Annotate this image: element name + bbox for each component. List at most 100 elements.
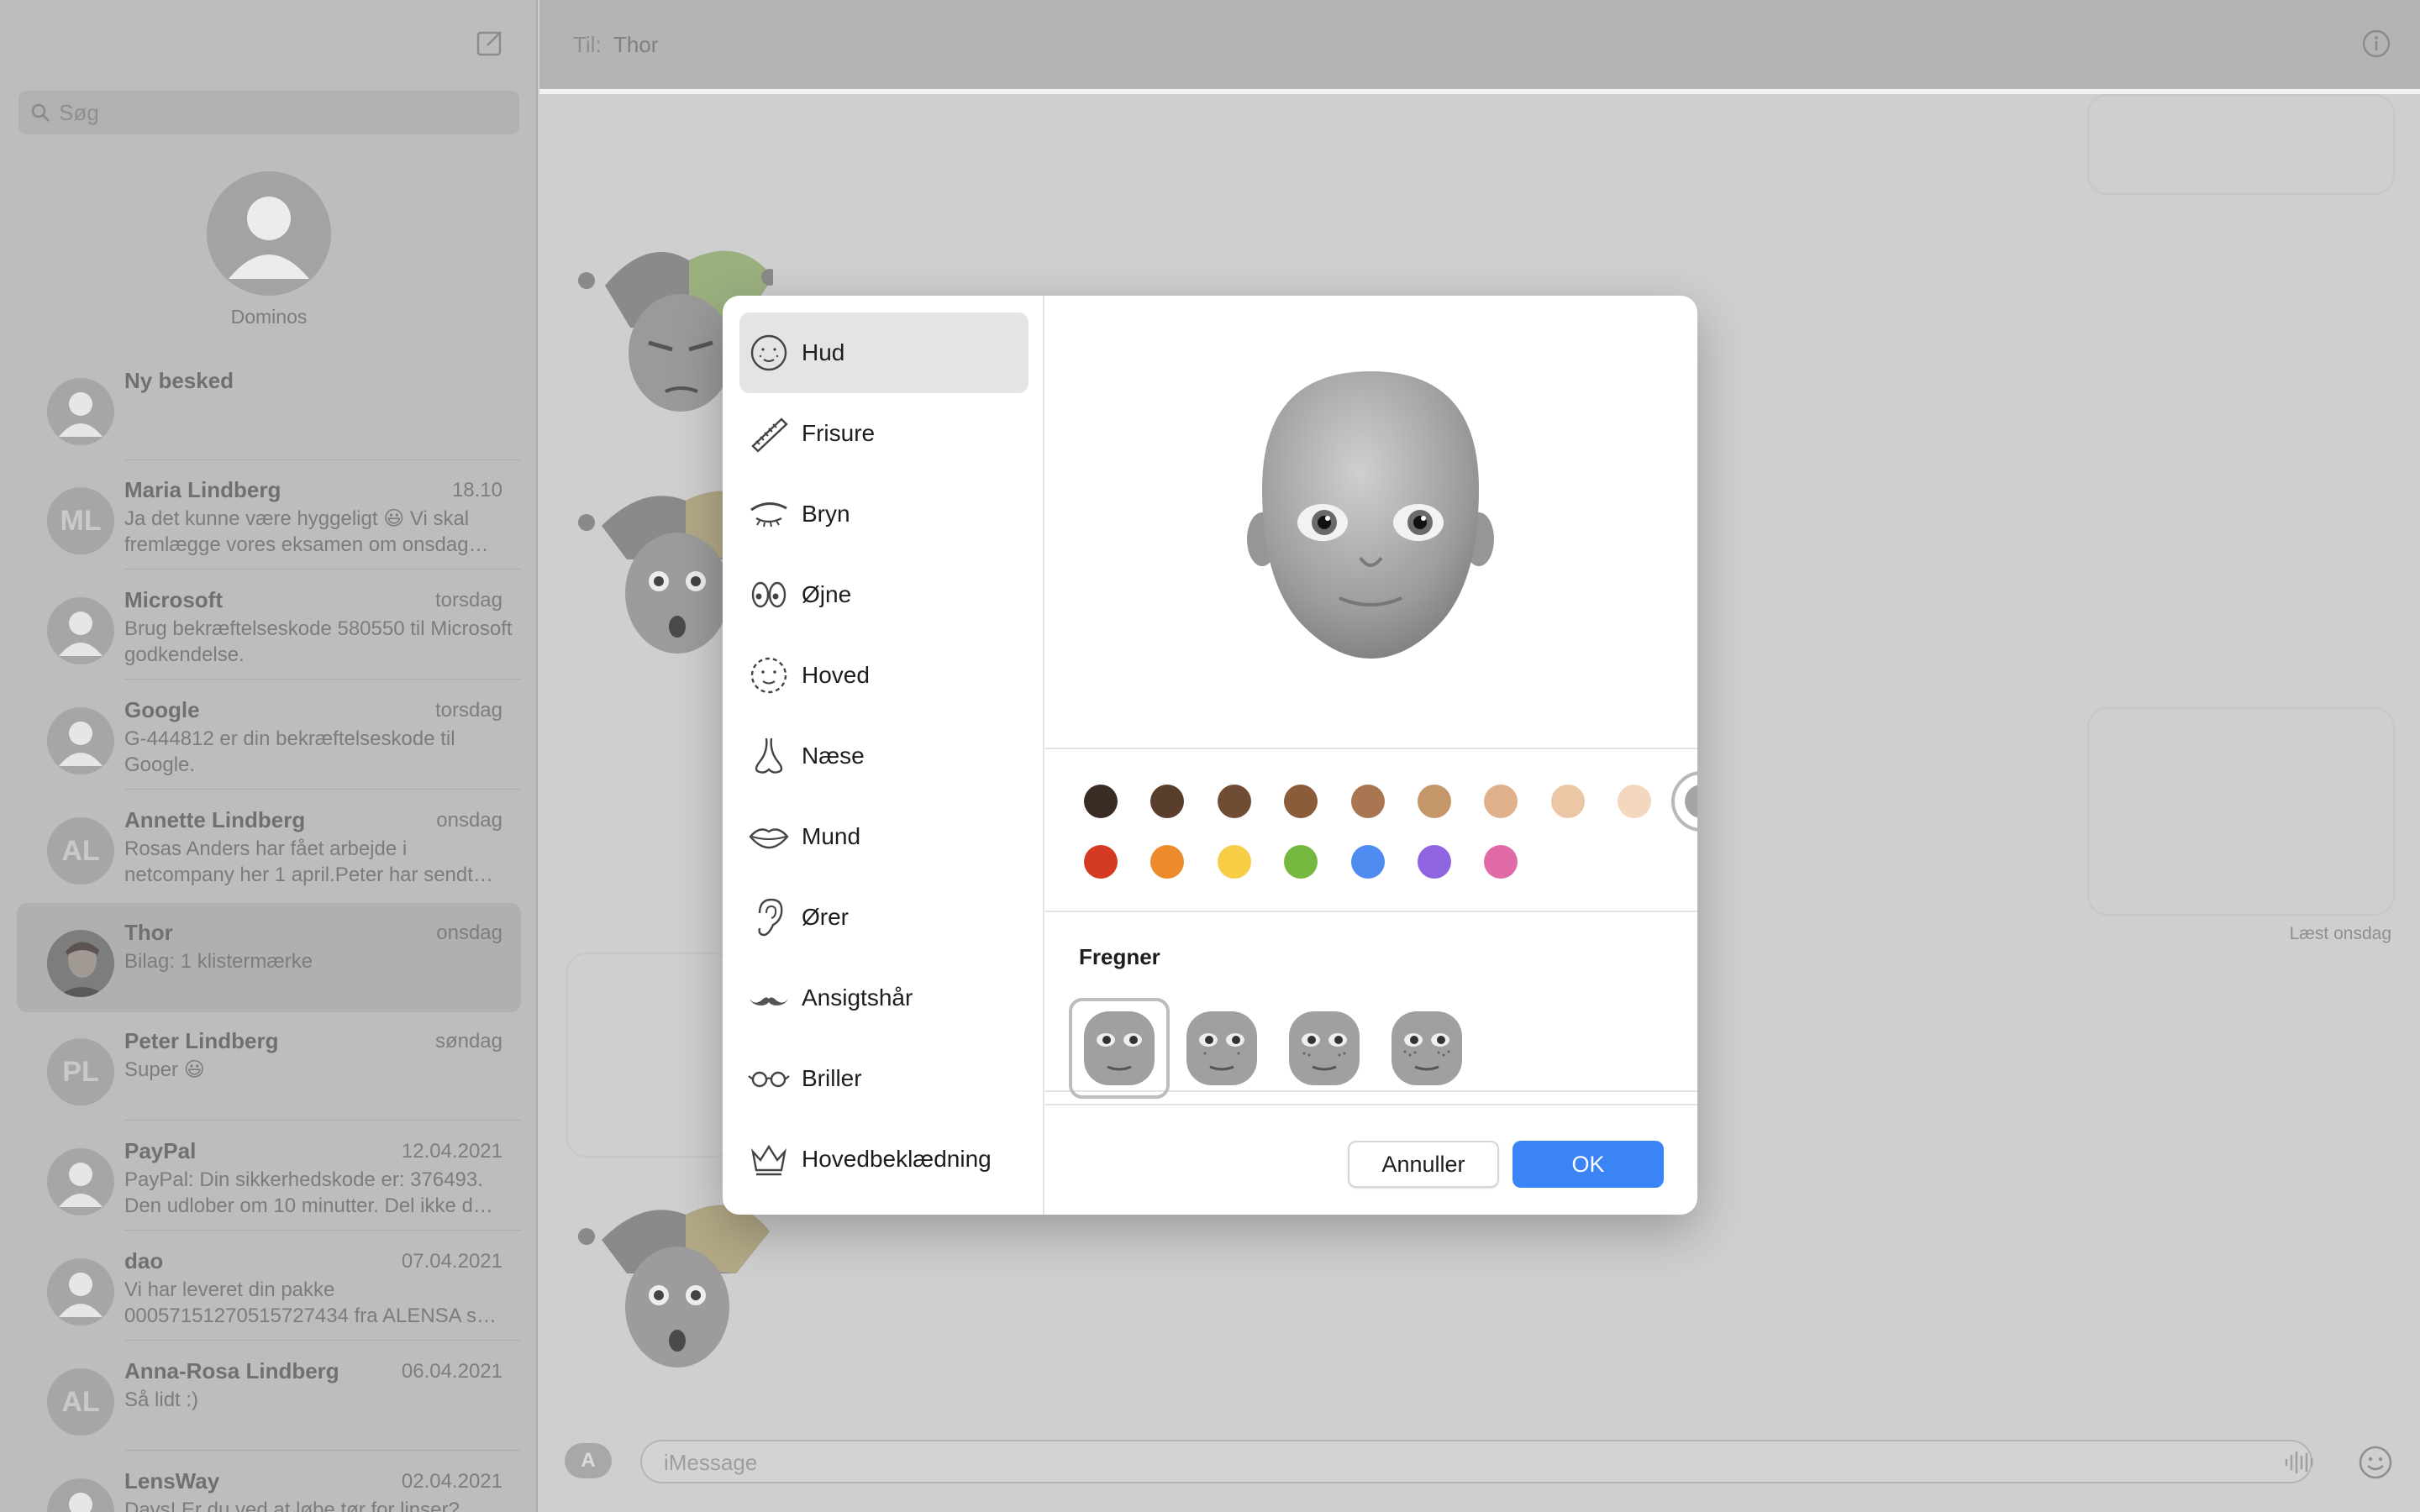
color-swatch[interactable] <box>1418 785 1451 818</box>
category-mund[interactable]: Mund <box>739 796 1028 877</box>
message-input[interactable]: iMessage <box>640 1440 2312 1483</box>
search-input[interactable]: Søg <box>18 91 519 134</box>
freckles-option[interactable] <box>1069 998 1170 1099</box>
divider <box>124 1230 521 1231</box>
divider <box>124 569 521 570</box>
category-orer[interactable]: Ører <box>739 877 1028 958</box>
conversation-name: Peter Lindberg <box>124 1028 279 1053</box>
ok-button[interactable]: OK <box>1512 1141 1664 1188</box>
conversation-preview: PayPal: Din sikkerhedskode er: 376493. D… <box>124 1168 493 1217</box>
category-frisure[interactable]: Frisure <box>739 393 1028 474</box>
category-hud[interactable]: Hud <box>739 312 1028 393</box>
emoji-icon[interactable] <box>2358 1445 2393 1480</box>
conversation-date: torsdag <box>434 589 502 612</box>
conversation-preview: Så lidt :) <box>124 1389 199 1411</box>
category-hovedbeklaedning[interactable]: Hovedbeklædning <box>739 1119 1028 1200</box>
category-label: Bryn <box>802 501 850 527</box>
avatar <box>47 930 114 997</box>
avatar <box>47 597 114 664</box>
list-item[interactable]: dao 07.04.2021 Vi har leveret din pakke … <box>17 1231 521 1341</box>
nose-icon <box>746 733 792 779</box>
search-icon <box>31 103 50 122</box>
audio-waveform-icon[interactable] <box>2284 1450 2314 1475</box>
color-swatch[interactable] <box>1350 845 1385 879</box>
conversation-date: 18.10 <box>451 479 502 501</box>
conversation-name: Annette Lindberg <box>124 807 306 832</box>
ear-icon <box>746 895 792 940</box>
category-label: Hud <box>802 339 845 365</box>
list-item[interactable]: PL Peter Lindberg søndag Super 😃 <box>17 1011 521 1121</box>
color-swatch[interactable] <box>1418 845 1451 879</box>
avatar: AL <box>47 817 114 885</box>
conversation-name: dao <box>124 1248 164 1273</box>
conversation-date: torsdag <box>434 699 502 722</box>
avatar: AL <box>47 1368 114 1436</box>
category-naese[interactable]: Næse <box>739 716 1028 796</box>
head-icon <box>746 653 792 698</box>
conversation-preview: Ja det kunne være hyggeligt 😃 Vi skal fr… <box>124 507 489 556</box>
list-item[interactable]: Ny besked <box>17 351 521 460</box>
avatar <box>47 378 114 445</box>
color-swatch[interactable] <box>1618 785 1652 818</box>
list-item-selected[interactable]: Thor onsdag Bilag: 1 klistermærke <box>17 903 521 1012</box>
message-bubble <box>2087 94 2395 195</box>
category-label: Hoved <box>802 662 870 688</box>
color-swatch[interactable] <box>1084 785 1118 818</box>
cancel-button[interactable]: Annuller <box>1348 1141 1499 1188</box>
message-bubble <box>566 953 734 1158</box>
color-swatch[interactable] <box>1284 845 1318 879</box>
list-item[interactable]: AL Anna-Rosa Lindberg 06.04.2021 Så lidt… <box>17 1341 521 1451</box>
comb-icon <box>746 411 792 456</box>
category-bryn[interactable]: Bryn <box>739 474 1028 554</box>
freckles-section: Fregner <box>1045 914 1697 1099</box>
color-swatch[interactable] <box>1084 845 1118 879</box>
category-ojne[interactable]: Øjne <box>739 554 1028 635</box>
conversation-preview: Davs! Er du ved at løbe tør for linser? <box>124 1499 460 1512</box>
eyebrow-icon <box>746 491 792 537</box>
conversation-name: Google <box>124 697 200 722</box>
list-item[interactable]: Microsoft torsdag Brug bekræftelseskode … <box>17 570 521 680</box>
color-swatch[interactable] <box>1284 785 1318 818</box>
category-label: Øjne <box>802 581 852 607</box>
freckles-option[interactable] <box>1376 998 1477 1099</box>
compose-icon[interactable] <box>476 29 504 57</box>
category-ansigtshar[interactable]: Ansigtshår <box>739 958 1028 1038</box>
crown-icon <box>746 1137 792 1182</box>
color-swatch[interactable] <box>1217 785 1251 818</box>
category-hoved[interactable]: Hoved <box>739 635 1028 716</box>
conversation-preview: Vi har leveret din pakke 000571512705157… <box>124 1278 497 1327</box>
list-item[interactable]: PayPal 12.04.2021 PayPal: Din sikkerheds… <box>17 1121 521 1231</box>
color-swatch[interactable] <box>1150 845 1185 879</box>
recipient-name[interactable]: Thor <box>613 32 658 58</box>
color-swatch[interactable] <box>1350 785 1385 818</box>
list-item[interactable]: Google torsdag G-444812 er din bekræftel… <box>17 680 521 790</box>
list-item[interactable]: ML Maria Lindberg 18.10 Ja det kunne vær… <box>17 460 521 570</box>
category-briller[interactable]: Briller <box>739 1038 1028 1119</box>
color-swatch[interactable] <box>1484 845 1518 879</box>
list-item[interactable]: AL Annette Lindberg onsdag Rosas Anders … <box>17 790 521 900</box>
color-swatch[interactable] <box>1217 845 1251 879</box>
freckles-title: Fregner <box>1079 944 1160 969</box>
memoji-face <box>1247 371 1494 659</box>
color-swatch[interactable] <box>1484 785 1518 818</box>
avatar <box>47 1258 114 1326</box>
message-bubble <box>2087 707 2395 916</box>
list-item[interactable]: LensWay 02.04.2021 Davs! Er du ved at lø… <box>17 1452 521 1512</box>
freckles-option[interactable] <box>1171 998 1272 1099</box>
info-icon[interactable] <box>2361 29 2391 59</box>
conversation-name: Maria Lindberg <box>124 477 281 502</box>
divider <box>124 789 521 790</box>
read-status: Læst onsdag <box>2289 924 2391 943</box>
divider <box>124 1340 521 1341</box>
color-swatch[interactable] <box>1550 785 1585 818</box>
conversation-date: onsdag <box>436 921 502 944</box>
glasses-icon <box>746 1056 792 1101</box>
divider <box>124 1450 521 1451</box>
app-store-icon[interactable]: A <box>565 1443 612 1478</box>
freckles-option[interactable] <box>1274 998 1375 1099</box>
color-swatch[interactable] <box>1150 785 1185 818</box>
pinned-conversation[interactable]: Dominos <box>207 171 331 328</box>
avatar: PL <box>47 1038 114 1105</box>
avatar <box>207 171 331 296</box>
avatar <box>47 1478 114 1512</box>
